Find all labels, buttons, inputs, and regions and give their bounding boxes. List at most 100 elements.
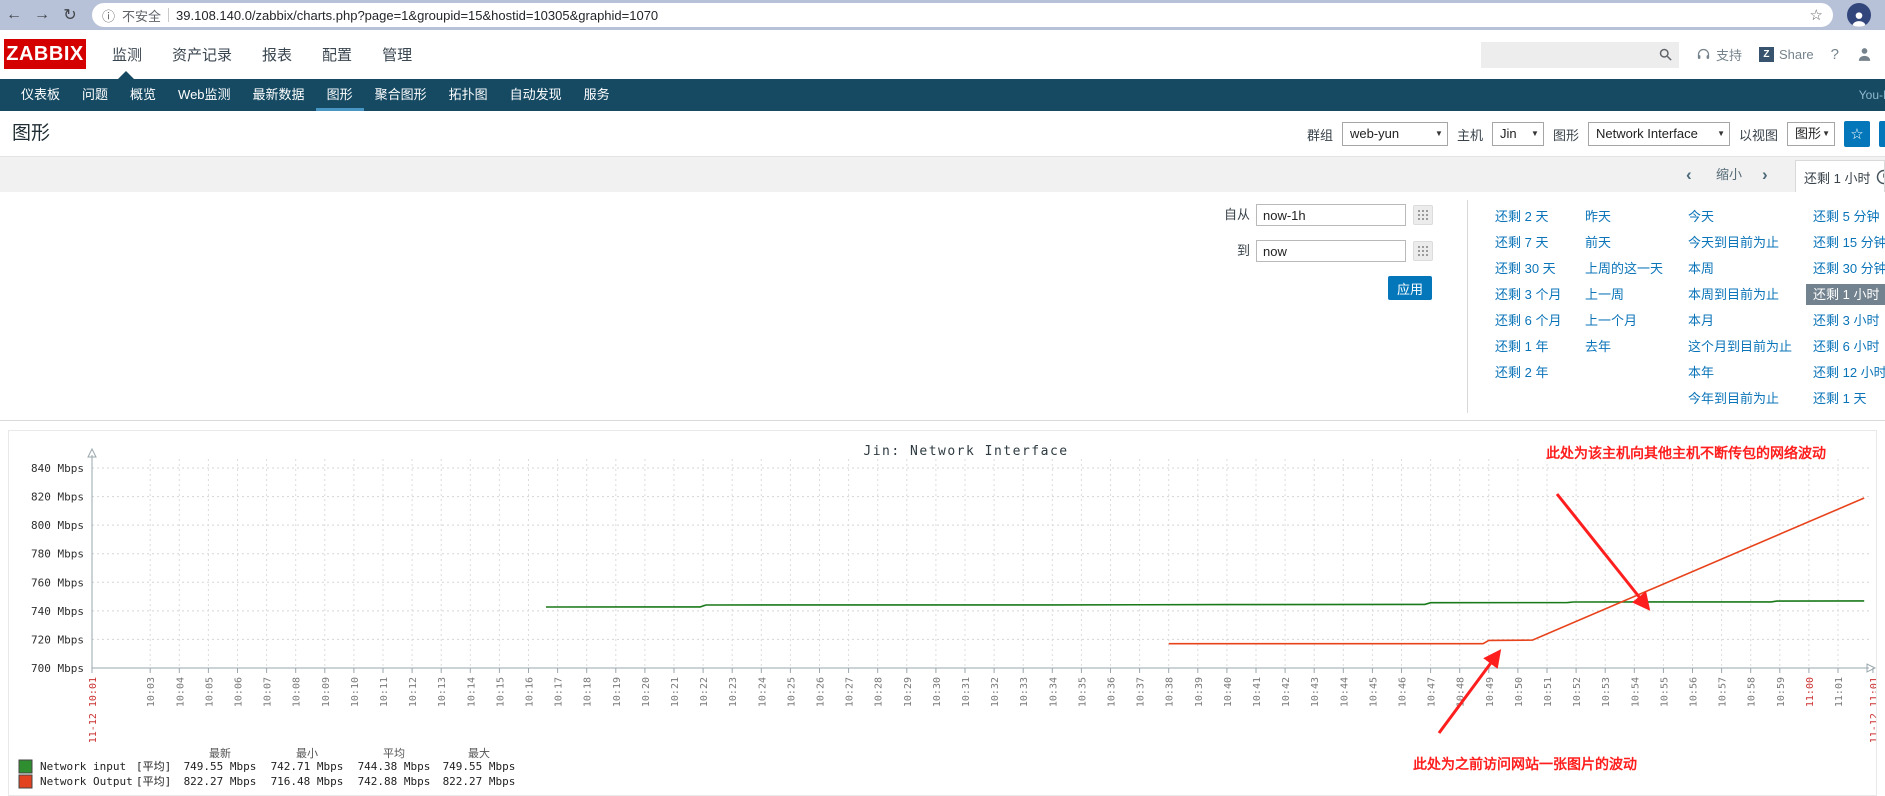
y-axis-label: 700 Mbps	[31, 662, 84, 675]
quick-range-link[interactable]: 还剩 6 小时	[1813, 339, 1879, 354]
subnav-web[interactable]: Web监测	[167, 79, 242, 111]
back-icon[interactable]: ←	[0, 6, 28, 24]
quick-range-link[interactable]: 还剩 2 年	[1495, 365, 1548, 380]
time-forward-chevron-icon[interactable]: ›	[1762, 157, 1768, 192]
view-as-select[interactable]: 图形	[1787, 122, 1835, 146]
quick-range-link[interactable]: 还剩 1 小时	[1806, 284, 1885, 305]
x-axis-label: 10:20	[641, 677, 652, 707]
subnav-screens[interactable]: 聚合图形	[364, 79, 438, 111]
subnav-dashboard[interactable]: 仪表板	[10, 79, 71, 111]
legend-swatch	[19, 775, 32, 788]
quick-range-link[interactable]: 还剩 15 分钟	[1813, 235, 1885, 250]
quick-range-link[interactable]: 本周到目前为止	[1688, 287, 1779, 302]
forward-icon[interactable]: →	[28, 6, 56, 24]
nav-monitoring[interactable]: 监测	[112, 44, 142, 65]
x-axis-label: 10:09	[321, 677, 332, 707]
calendar-icon	[1417, 209, 1429, 221]
fullscreen-button-partial[interactable]	[1879, 121, 1885, 147]
url-text[interactable]: 39.108.140.0/zabbix/charts.php?page=1&gr…	[176, 8, 658, 23]
quick-range-link[interactable]: 今年到目前为止	[1688, 391, 1779, 406]
subnav-discovery[interactable]: 自动发现	[499, 79, 573, 111]
x-axis-label: 10:12	[408, 677, 419, 707]
quick-range-link[interactable]: 今天到目前为止	[1688, 235, 1779, 250]
browser-profile-avatar[interactable]	[1847, 3, 1871, 27]
group-select[interactable]: web-yun	[1342, 122, 1448, 146]
nav-configuration[interactable]: 配置	[322, 44, 352, 65]
quick-range-link[interactable]: 去年	[1585, 339, 1611, 354]
quick-range-link[interactable]: 本月	[1688, 313, 1714, 328]
quick-range-link[interactable]: 还剩 30 分钟	[1813, 261, 1885, 276]
nav-administration[interactable]: 管理	[382, 44, 412, 65]
quick-range-link[interactable]: 还剩 30 天	[1495, 261, 1556, 276]
quick-range-link[interactable]: 今天	[1688, 209, 1714, 224]
host-select[interactable]: Jin	[1492, 122, 1544, 146]
reload-icon[interactable]: ↻	[56, 5, 84, 25]
time-back-chevron-icon[interactable]: ‹	[1686, 157, 1692, 192]
x-axis-label: 10:32	[990, 677, 1001, 707]
x-axis-label: 10:58	[1747, 677, 1758, 707]
search-icon[interactable]	[1658, 47, 1673, 62]
apply-button[interactable]: 应用	[1388, 276, 1432, 300]
x-axis-label: 10:17	[554, 677, 565, 707]
chart-title: Jin: Network Interface	[863, 444, 1068, 459]
bookmark-star-icon[interactable]: ☆	[1810, 6, 1823, 24]
x-axis-label: 10:44	[1339, 677, 1350, 707]
from-input[interactable]	[1256, 204, 1406, 226]
legend-value: 744.38 Mbps	[358, 760, 431, 773]
browser-toolbar: ← → ↻ ⓘ 不安全 39.108.140.0/zabbix/charts.p…	[0, 0, 1885, 30]
quick-range-link[interactable]: 还剩 5 分钟	[1813, 209, 1879, 224]
zabbix-logo[interactable]: ZABBIX	[4, 39, 86, 69]
address-bar[interactable]: ⓘ 不安全 39.108.140.0/zabbix/charts.php?pag…	[92, 3, 1833, 27]
subnav-latest-data[interactable]: 最新数据	[242, 79, 316, 111]
legend-value: 742.71 Mbps	[271, 760, 344, 773]
subnav-graphs[interactable]: 图形	[316, 79, 364, 111]
user-profile-icon[interactable]	[1856, 46, 1873, 63]
quick-range-link[interactable]: 还剩 1 天	[1813, 391, 1866, 406]
subnav-problems[interactable]: 问题	[71, 79, 119, 111]
quick-range-link[interactable]: 上一个月	[1585, 313, 1637, 328]
quick-range-link[interactable]: 昨天	[1585, 209, 1611, 224]
quick-range-link[interactable]: 前天	[1585, 235, 1611, 250]
sub-nav: 仪表板 问题 概览 Web监测 最新数据 图形 聚合图形 拓扑图 自动发现 服务…	[0, 79, 1885, 111]
legend-value: 749.55 Mbps	[443, 760, 516, 773]
subnav-overview[interactable]: 概览	[119, 79, 167, 111]
from-calendar-button[interactable]	[1413, 205, 1433, 225]
time-range-tab[interactable]: 还剩 1 小时	[1795, 160, 1885, 193]
share-link[interactable]: Z Share	[1759, 47, 1814, 62]
quick-range-link[interactable]: 上周的这一天	[1585, 261, 1663, 276]
quick-range-link[interactable]: 还剩 3 个月	[1495, 287, 1561, 302]
legend-header: 最新	[209, 746, 231, 760]
quick-range-link[interactable]: 还剩 3 小时	[1813, 313, 1879, 328]
network-interface-chart[interactable]: Jin: Network Interface840 Mbps820 Mbps80…	[9, 431, 1876, 795]
nav-pointer-triangle	[118, 71, 134, 79]
quick-range-link[interactable]: 还剩 12 小时	[1813, 365, 1885, 380]
nav-reports[interactable]: 报表	[262, 44, 292, 65]
subnav-right-text: You-M	[1859, 79, 1885, 111]
x-axis-label: 10:38	[1165, 677, 1176, 707]
subnav-services[interactable]: 服务	[573, 79, 621, 111]
favorite-star-button[interactable]	[1844, 121, 1870, 147]
quick-range-link[interactable]: 还剩 7 天	[1495, 235, 1548, 250]
quick-range-link[interactable]: 这个月到目前为止	[1688, 339, 1792, 354]
nav-inventory[interactable]: 资产记录	[172, 44, 232, 65]
support-link[interactable]: 支持	[1696, 45, 1742, 64]
group-label: 群组	[1307, 125, 1333, 144]
info-icon[interactable]: ⓘ	[102, 6, 115, 25]
subnav-maps[interactable]: 拓扑图	[438, 79, 499, 111]
quick-range-link[interactable]: 还剩 1 年	[1495, 339, 1548, 354]
search-input[interactable]	[1487, 46, 1658, 63]
zoom-out-button[interactable]: 缩小	[1716, 157, 1742, 192]
x-axis-label: 10:55	[1659, 677, 1670, 707]
quick-range-link[interactable]: 上一周	[1585, 287, 1624, 302]
to-input[interactable]	[1256, 240, 1406, 262]
to-calendar-button[interactable]	[1413, 241, 1433, 261]
quick-range-link[interactable]: 本周	[1688, 261, 1714, 276]
quick-range-link[interactable]: 还剩 6 个月	[1495, 313, 1561, 328]
title-row: 图形 群组 web-yun 主机 Jin 图形 Network Interfac…	[0, 111, 1885, 156]
graph-select[interactable]: Network Interface	[1588, 122, 1730, 146]
quick-range-link[interactable]: 还剩 2 天	[1495, 209, 1548, 224]
search-box[interactable]	[1481, 42, 1679, 68]
quick-range-link[interactable]: 本年	[1688, 365, 1714, 380]
help-link[interactable]: ?	[1831, 46, 1839, 63]
calendar-icon	[1417, 245, 1429, 257]
